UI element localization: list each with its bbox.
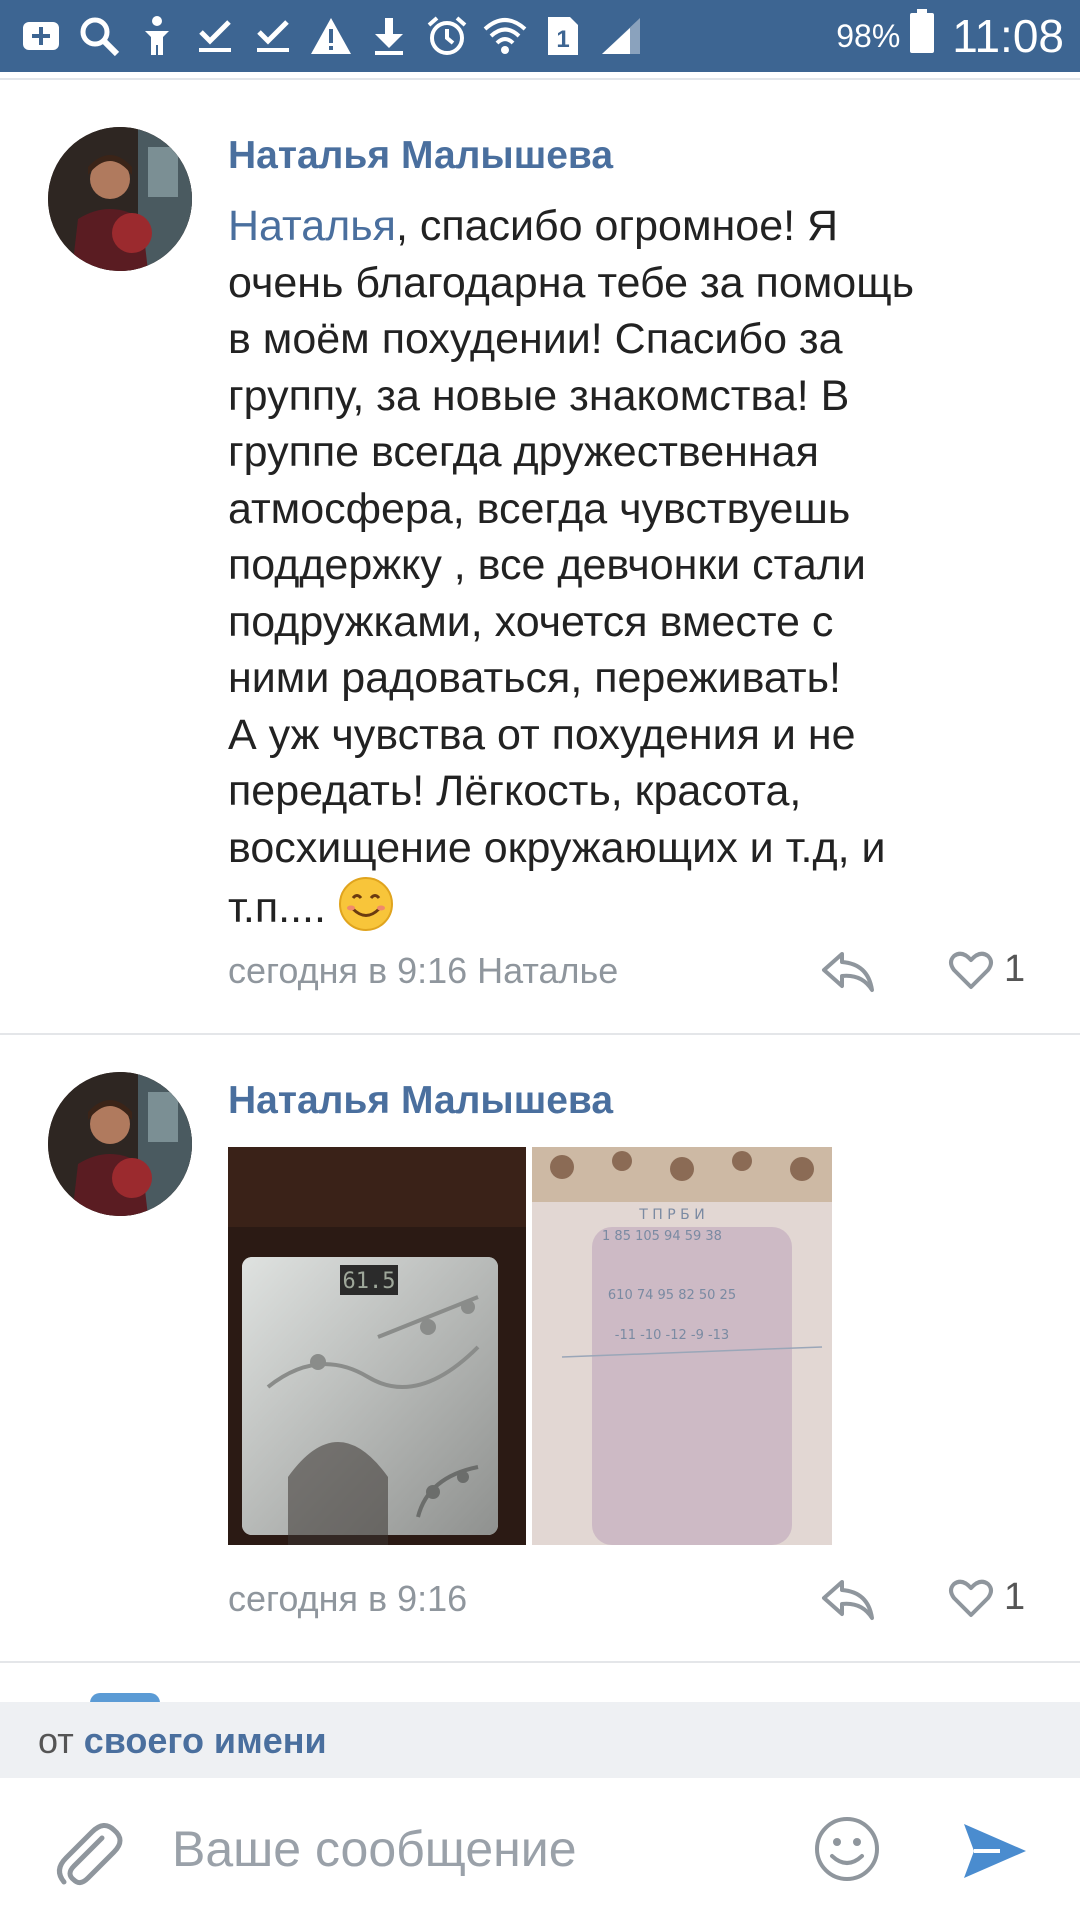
check-icon bbox=[250, 13, 296, 59]
post-as-bar[interactable]: от своего имени bbox=[0, 1702, 1080, 1778]
download-icon bbox=[366, 13, 412, 59]
comment-line: , спасибо огромное! Я bbox=[395, 202, 839, 250]
like-count: 1 bbox=[1004, 1576, 1026, 1618]
check-icon bbox=[192, 13, 238, 59]
signal-icon bbox=[598, 13, 644, 59]
send-icon[interactable] bbox=[960, 1816, 1030, 1886]
battery-icon bbox=[910, 8, 935, 64]
avatar[interactable] bbox=[48, 127, 192, 271]
reply-icon[interactable] bbox=[820, 1578, 876, 1622]
warning-icon bbox=[308, 13, 354, 59]
comment-divider bbox=[0, 1033, 1080, 1035]
svg-text:1 85 105 94 59 38: 1 85 105 94 59 38 bbox=[602, 1229, 722, 1244]
comment-line: подружками, хочется вместе с bbox=[228, 597, 834, 646]
post-as-link[interactable]: своего имени bbox=[84, 1720, 327, 1761]
post-as-prefix: от bbox=[38, 1720, 74, 1761]
accessibility-icon bbox=[134, 13, 180, 59]
comment-line: в моём похудении! Спасибо за bbox=[228, 315, 843, 363]
comment-meta: сегодня в 9:16 Наталье bbox=[228, 950, 619, 991]
search-icon bbox=[76, 13, 122, 59]
comment-line: ними радоваться, переживать! bbox=[228, 654, 841, 702]
sim-icon: 1 bbox=[540, 13, 586, 59]
svg-text:61.5: 61.5 bbox=[343, 1269, 396, 1294]
svg-text:1: 1 bbox=[556, 26, 569, 53]
alarm-icon bbox=[424, 13, 470, 59]
mention-link[interactable]: Наталья bbox=[228, 202, 396, 250]
svg-text:-11 -10 -12 -9 -13: -11 -10 -12 -9 -13 bbox=[615, 1328, 729, 1343]
status-bar: 1 98% 11:08 bbox=[0, 0, 1080, 72]
clock: 11:08 bbox=[952, 10, 1064, 62]
comment-text: Наталья, спасибо огромное! Я очень благо… bbox=[228, 198, 1028, 937]
add-icon bbox=[18, 13, 64, 59]
emoji-icon[interactable] bbox=[812, 1814, 882, 1884]
comment-meta: сегодня в 9:16 bbox=[228, 1578, 468, 1619]
comment-author[interactable]: Наталья Малышева bbox=[228, 134, 613, 178]
smile-emoji bbox=[338, 876, 394, 932]
attach-icon[interactable] bbox=[48, 1816, 128, 1896]
message-input[interactable]: Ваше сообщение bbox=[172, 1820, 577, 1878]
comment-line: атмосфера, всегда чувствуешь bbox=[228, 484, 851, 533]
status-right: 98% 11:08 bbox=[836, 0, 1064, 72]
photo-notes[interactable]: Т П Р Б И 1 85 105 94 59 38 610 74 95 82… bbox=[532, 1147, 832, 1545]
like-button[interactable]: 1 bbox=[948, 1576, 1025, 1619]
comment-line: восхищение окружающих и т.д, и bbox=[228, 823, 886, 872]
avatar[interactable] bbox=[48, 1072, 192, 1216]
post-as-label: от своего имени bbox=[38, 1720, 327, 1762]
comment-line: группе всегда дружественная bbox=[228, 428, 819, 476]
composer-bar: Ваше сообщение bbox=[0, 1778, 1080, 1920]
wifi-icon bbox=[482, 13, 528, 59]
comment-line: поддержку , все девчонки стали bbox=[228, 541, 866, 589]
comment-line: группу, за новые знакомства! В bbox=[228, 371, 850, 420]
comment-line: А уж чувства от похудения и не bbox=[228, 710, 856, 759]
photo-scale[interactable]: 61.5 bbox=[228, 1147, 526, 1545]
svg-text:610 74 95 82 50 25: 610 74 95 82 50 25 bbox=[608, 1288, 736, 1303]
top-divider bbox=[0, 78, 1080, 80]
comment-divider bbox=[0, 1661, 1080, 1663]
notification-icons: 1 bbox=[18, 10, 644, 62]
reply-icon[interactable] bbox=[820, 950, 876, 994]
comment-line: передать! Лёгкость, красота, bbox=[228, 767, 802, 815]
heart-icon bbox=[949, 951, 993, 989]
comment-line: т.п.... bbox=[228, 884, 326, 932]
like-count: 1 bbox=[1004, 948, 1026, 990]
comment-line: очень благодарна тебе за помощь bbox=[228, 258, 915, 307]
comment-author[interactable]: Наталья Малышева bbox=[228, 1079, 613, 1123]
svg-text:Т П Р Б И: Т П Р Б И bbox=[638, 1207, 704, 1223]
like-button[interactable]: 1 bbox=[948, 948, 1025, 991]
heart-icon bbox=[949, 1579, 993, 1617]
battery-percent: 98% bbox=[836, 17, 901, 54]
